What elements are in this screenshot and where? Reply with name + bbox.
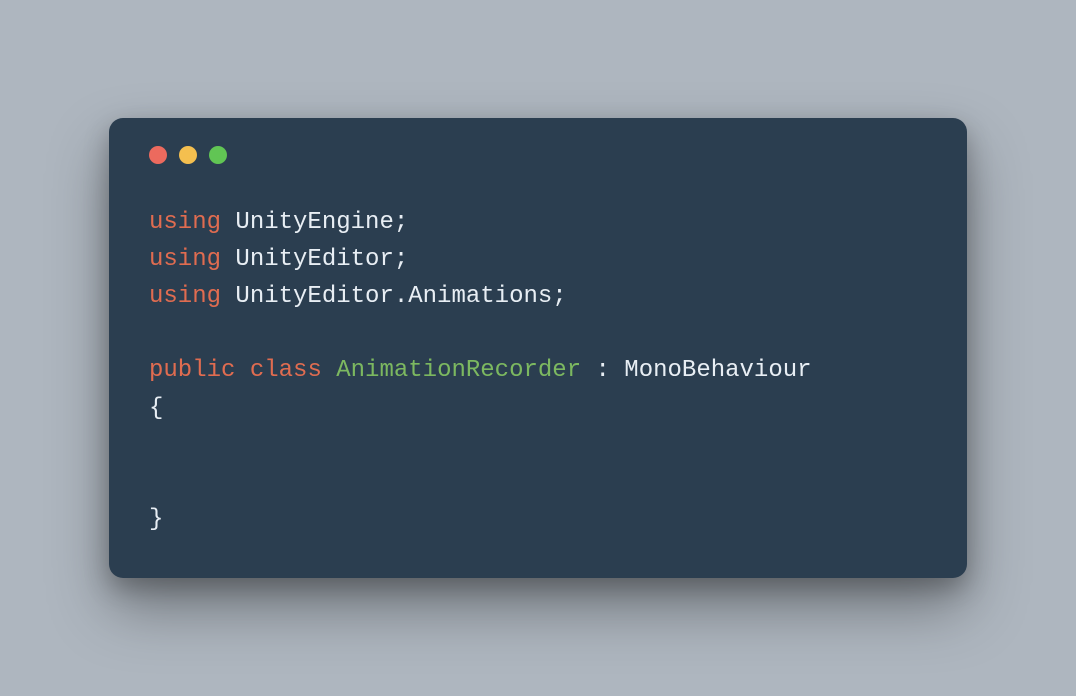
close-icon[interactable]	[149, 146, 167, 164]
brace-open: {	[149, 395, 163, 422]
code-text-3: UnityEditor.Animations;	[221, 283, 567, 310]
keyword-using-1: using	[149, 209, 221, 236]
brace-close: }	[149, 506, 163, 533]
keyword-using-3: using	[149, 283, 221, 310]
traffic-lights	[145, 146, 931, 164]
code-text-inherit: : MonoBehaviour	[581, 357, 811, 384]
keyword-public: public	[149, 357, 235, 384]
space-2	[322, 357, 336, 384]
space-1	[235, 357, 249, 384]
code-block: using UnityEngine; using UnityEditor; us…	[145, 204, 931, 539]
keyword-using-2: using	[149, 246, 221, 273]
keyword-class: class	[250, 357, 322, 384]
minimize-icon[interactable]	[179, 146, 197, 164]
code-window: using UnityEngine; using UnityEditor; us…	[109, 118, 967, 579]
maximize-icon[interactable]	[209, 146, 227, 164]
class-name: AnimationRecorder	[336, 357, 581, 384]
code-text-2: UnityEditor;	[221, 246, 408, 273]
code-text-1: UnityEngine;	[221, 209, 408, 236]
